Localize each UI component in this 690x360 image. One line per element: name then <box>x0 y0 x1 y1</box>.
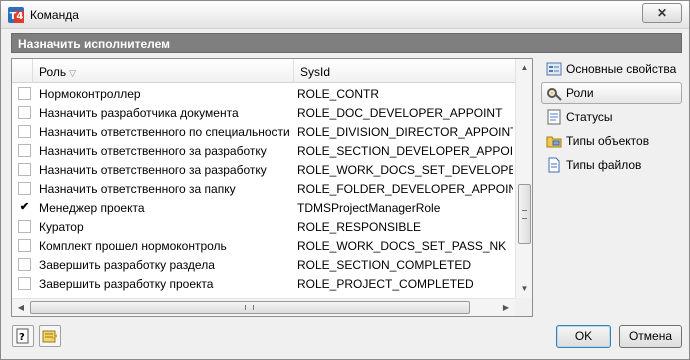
close-button[interactable]: ✕ <box>642 3 682 23</box>
header-check-column[interactable] <box>12 59 33 83</box>
sysid-cell: ROLE_DOC_DEVELOPER_APPOINT <box>297 106 503 120</box>
table-row[interactable]: Назначить ответственного за разработку RO… <box>12 160 515 179</box>
column-header-sysid[interactable]: SysId <box>294 59 515 83</box>
horizontal-scrollbar[interactable]: ◀ ▶ <box>12 298 515 316</box>
t4-app-icon: T4 <box>8 7 24 23</box>
file-types-icon <box>546 157 562 173</box>
table-row[interactable]: Комплект прошел нормоконтроль ROLE_WORK_D… <box>12 236 515 255</box>
nav-item-properties[interactable]: Основные свойства <box>541 58 682 80</box>
section-title: Назначить исполнителем <box>11 33 682 53</box>
role-cell: Комплект прошел нормоконтроль <box>39 239 227 253</box>
horizontal-scroll-thumb[interactable] <box>30 301 470 314</box>
sysid-cell: ROLE_RESPONSIBLE <box>297 220 422 234</box>
sysid-cell: ROLE_SECTION_DEVELOPER_APPOINT <box>297 144 513 158</box>
table-row[interactable]: ✔ Менеджер проекта TDMSProjectManagerRole <box>12 198 515 217</box>
table-row[interactable]: Нормоконтроллер ROLE_CONTR <box>12 84 515 103</box>
vertical-scrollbar[interactable]: ▲ ▼ <box>515 59 532 298</box>
ok-button[interactable]: OK <box>556 325 611 348</box>
table-row[interactable]: Завершить разработку проекта ROLE_PROJECT… <box>12 274 515 293</box>
table-row[interactable]: Завершить разработку раздела ROLE_SECTION… <box>12 255 515 274</box>
role-cell: Назначить разработчика документа <box>39 106 239 120</box>
role-cell: Назначить ответственного за папку <box>39 182 236 196</box>
role-cell: Назначить ответственного за разработку <box>39 144 267 158</box>
sort-descending-icon: ▽ <box>69 68 77 78</box>
role-cell: Нормоконтроллер <box>39 87 141 101</box>
table-row[interactable]: Назначить ответственного за разработку RO… <box>12 141 515 160</box>
properties-icon <box>546 61 562 77</box>
scroll-right-arrow-icon[interactable]: ▶ <box>498 300 514 315</box>
row-checkbox[interactable] <box>18 239 31 252</box>
scroll-down-arrow-icon[interactable]: ▼ <box>517 281 532 297</box>
scroll-up-arrow-icon[interactable]: ▲ <box>517 60 532 76</box>
role-cell: Завершить разработку раздела <box>39 258 215 272</box>
row-checkbox[interactable] <box>18 87 31 100</box>
role-cell: Менеджер проекта <box>39 201 145 215</box>
notes-button[interactable] <box>39 325 61 347</box>
object-types-icon <box>546 133 562 149</box>
close-icon: ✕ <box>656 6 668 20</box>
statuses-icon <box>546 109 562 125</box>
side-navigation: Основные свойства Роли Статусы Типы объекто… <box>541 58 682 178</box>
role-cell: Назначить ответственного за разработку <box>39 163 267 177</box>
row-checkbox[interactable] <box>18 125 31 138</box>
column-role-label: Роль <box>39 65 67 79</box>
sysid-cell: ROLE_WORK_DOCS_SET_PASS_NK <box>297 239 507 253</box>
nav-item-file-types[interactable]: Типы файлов <box>541 154 682 176</box>
svg-text:T4: T4 <box>10 11 24 22</box>
grid-header: Роль ▽ SysId <box>12 59 515 83</box>
sysid-cell: ROLE_DIVISION_DIRECTOR_APPOINT <box>297 125 513 139</box>
help-button[interactable]: ? <box>12 325 34 347</box>
sysid-cell: ROLE_CONTR <box>297 87 380 101</box>
row-checkbox[interactable] <box>18 106 31 119</box>
role-cell: Завершить разработку проекта <box>39 277 214 291</box>
role-cell: Назначить ответственного по специальност… <box>39 125 290 139</box>
sysid-cell: ROLE_FOLDER_DEVELOPER_APPOINT <box>297 182 513 196</box>
svg-text:?: ? <box>19 332 25 343</box>
column-header-role[interactable]: Роль ▽ <box>33 59 294 83</box>
command-dialog: T4 Команда ✕ Назначить исполнителем Роль… <box>0 0 690 360</box>
checkmark-icon[interactable]: ✔ <box>18 201 31 214</box>
nav-item-statuses[interactable]: Статусы <box>541 106 682 128</box>
table-row[interactable]: Назначить ответственного по специальност… <box>12 122 515 141</box>
nav-item-label: Роли <box>566 86 594 100</box>
vertical-scroll-thumb[interactable] <box>518 184 531 244</box>
row-checkbox[interactable] <box>18 220 31 233</box>
sysid-cell: TDMSProjectManagerRole <box>297 201 441 215</box>
scroll-left-arrow-icon[interactable]: ◀ <box>13 300 29 315</box>
role-cell: Куратор <box>39 220 84 234</box>
roles-grid: Роль ▽ SysId Нормоконтроллер ROLE_CONTR Наз… <box>11 58 533 317</box>
notes-icon <box>42 330 57 343</box>
window-title: Команда <box>30 8 79 22</box>
nav-item-label: Типы объектов <box>566 134 650 148</box>
row-checkbox[interactable] <box>18 163 31 176</box>
nav-item-object-types[interactable]: Типы объектов <box>541 130 682 152</box>
sysid-cell: ROLE_PROJECT_COMPLETED <box>297 277 474 291</box>
column-sysid-label: SysId <box>300 65 331 79</box>
row-checkbox[interactable] <box>18 182 31 195</box>
table-row[interactable]: Назначить ответственного за папку ROLE_FO… <box>12 179 515 198</box>
grid-rows: Нормоконтроллер ROLE_CONTR Назначить разра… <box>12 84 515 293</box>
scrollbar-corner <box>515 298 532 316</box>
nav-item-label: Типы файлов <box>566 158 642 172</box>
table-row[interactable]: Куратор ROLE_RESPONSIBLE <box>12 217 515 236</box>
cancel-button[interactable]: Отмена <box>619 325 682 348</box>
nav-item-label: Основные свойства <box>566 62 677 76</box>
title-bar[interactable]: T4 Команда ✕ <box>1 1 689 29</box>
roles-icon <box>546 85 562 101</box>
table-row[interactable]: Назначить разработчика документа ROLE_DOC… <box>12 103 515 122</box>
row-checkbox[interactable] <box>18 144 31 157</box>
help-question-icon: ? <box>16 328 29 344</box>
sysid-cell: ROLE_WORK_DOCS_SET_DEVELOPER <box>297 163 513 177</box>
sysid-cell: ROLE_SECTION_COMPLETED <box>297 258 472 272</box>
nav-item-label: Статусы <box>566 110 613 124</box>
row-checkbox[interactable] <box>18 277 31 290</box>
row-checkbox[interactable] <box>18 258 31 271</box>
nav-item-roles[interactable]: Роли <box>541 82 682 104</box>
